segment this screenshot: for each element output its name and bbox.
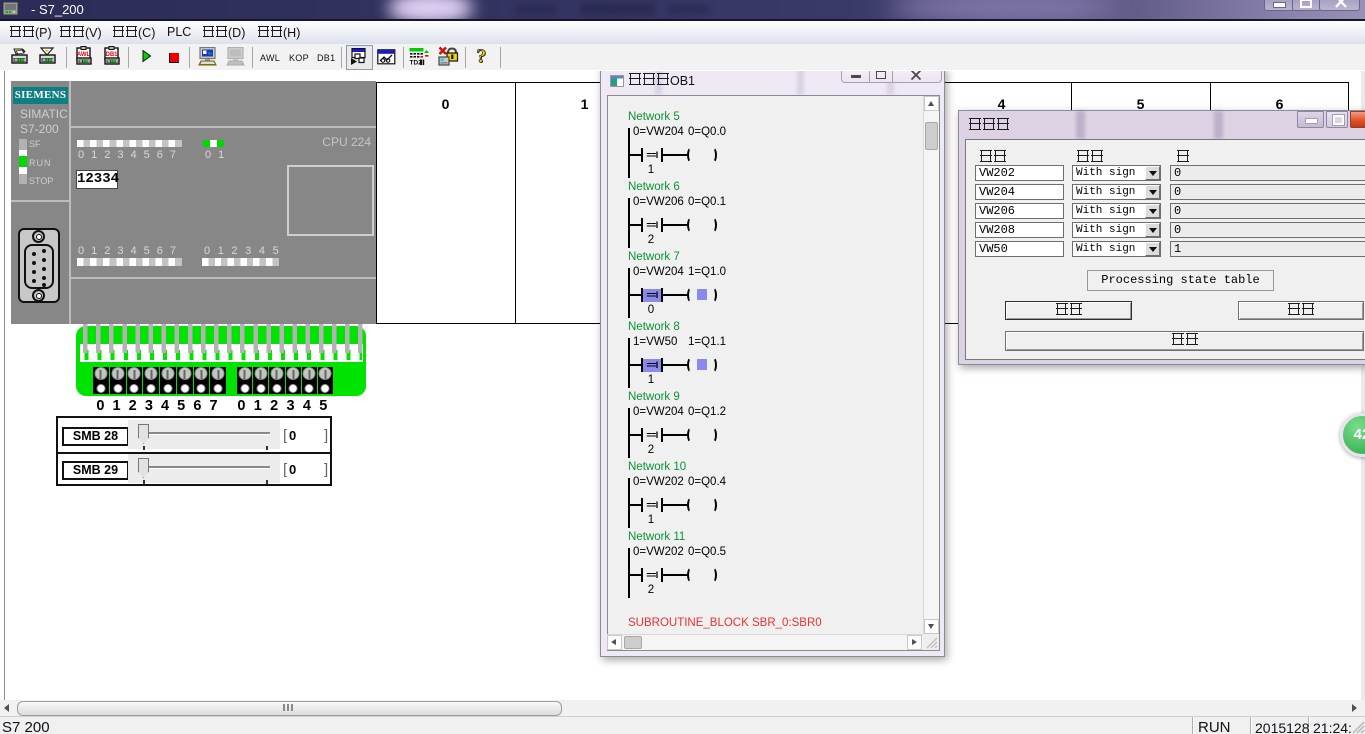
svg-text:DB1: DB1 [105, 52, 118, 58]
svg-text:?: ? [476, 46, 486, 67]
svg-text:AWL: AWL [77, 52, 91, 58]
